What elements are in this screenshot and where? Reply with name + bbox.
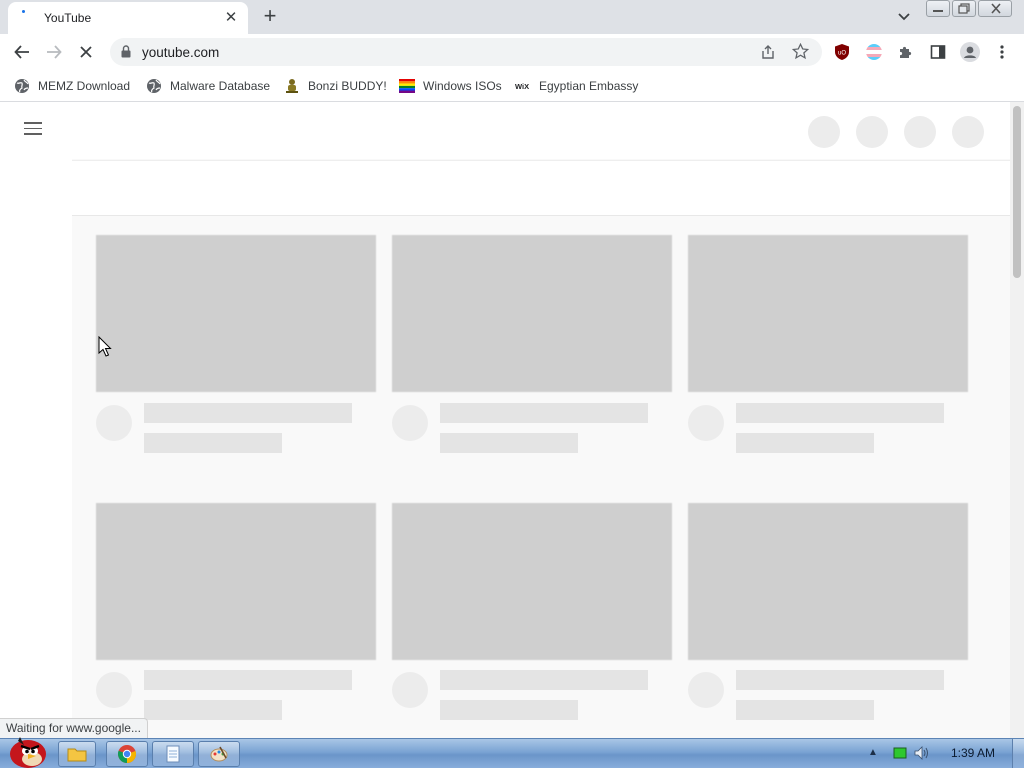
- taskbar-file-explorer[interactable]: [58, 741, 96, 767]
- notepad-icon: [166, 745, 180, 763]
- bookmark-label: Egyptian Embassy: [539, 79, 639, 93]
- video-thumbnail-placeholder: [96, 235, 376, 392]
- stop-icon: [80, 46, 92, 58]
- address-bar[interactable]: youtube.com: [110, 38, 822, 66]
- channel-avatar-placeholder: [392, 672, 428, 708]
- video-thumbnail-placeholder: [688, 235, 968, 392]
- back-arrow-icon: [14, 45, 29, 59]
- window-controls: [926, 0, 1014, 17]
- taskbar-paint[interactable]: [198, 741, 240, 767]
- guide-sidebar: [0, 159, 72, 738]
- browser-menu-icon[interactable]: [990, 40, 1014, 64]
- globe-icon: [147, 79, 161, 93]
- profile-avatar-icon[interactable]: [958, 40, 982, 64]
- globe-icon: [15, 79, 29, 93]
- start-button[interactable]: [4, 731, 50, 768]
- rainbow-icon: [399, 79, 415, 93]
- masthead-placeholder: [808, 116, 840, 148]
- battery-icon[interactable]: [893, 746, 907, 760]
- chip-bar-placeholder: [72, 160, 1010, 216]
- taskbar-chrome[interactable]: [106, 741, 148, 767]
- bookmark-egyptian-embassy[interactable]: WiX Egyptian Embassy: [515, 76, 638, 96]
- bookmark-label: Malware Database: [170, 79, 271, 93]
- video-meta-placeholder: [736, 433, 874, 453]
- video-title-placeholder: [440, 403, 648, 423]
- extensions-puzzle-icon[interactable]: [894, 40, 918, 64]
- video-meta-placeholder: [440, 433, 578, 453]
- video-title-placeholder: [144, 670, 352, 690]
- video-title-placeholder: [736, 670, 944, 690]
- bookmark-malware-database[interactable]: Malware Database: [146, 76, 270, 96]
- bonzi-icon: [286, 79, 298, 93]
- bookmark-star-icon[interactable]: [792, 43, 809, 60]
- chrome-icon: [118, 745, 137, 763]
- channel-avatar-placeholder: [96, 405, 132, 441]
- channel-avatar-placeholder: [96, 672, 132, 708]
- video-thumbnail-placeholder: [392, 235, 672, 392]
- menu-hamburger-icon[interactable]: [24, 122, 48, 140]
- video-title-placeholder: [440, 670, 648, 690]
- show-hidden-icons-button[interactable]: ▲: [868, 747, 878, 758]
- bookmark-windows-isos[interactable]: Windows ISOs: [399, 76, 502, 96]
- youtube-page: [0, 102, 1010, 738]
- forward-button[interactable]: [42, 40, 66, 64]
- bookmark-label: Windows ISOs: [423, 79, 502, 93]
- video-thumbnail-placeholder: [392, 503, 672, 660]
- video-thumbnail-placeholder: [96, 503, 376, 660]
- tab-youtube[interactable]: YouTube ✕: [8, 2, 248, 34]
- minimize-button[interactable]: [926, 0, 950, 17]
- video-title-placeholder: [144, 403, 352, 423]
- paint-icon: [210, 746, 228, 762]
- tab-strip: YouTube ✕ +: [0, 0, 1024, 34]
- bookmark-memz-download[interactable]: MEMZ Download: [14, 76, 130, 96]
- page-scrollbar[interactable]: [1010, 102, 1024, 738]
- url-text: youtube.com: [142, 45, 220, 60]
- video-meta-placeholder: [144, 433, 282, 453]
- tab-title: YouTube: [44, 11, 92, 25]
- video-title-placeholder: [736, 403, 944, 423]
- video-meta-placeholder: [736, 700, 874, 720]
- angry-bird-start-icon: [10, 737, 46, 768]
- youtube-masthead: [0, 102, 1010, 159]
- scrollbar-thumb[interactable]: [1013, 106, 1021, 278]
- taskbar-clock[interactable]: 1:39 AM: [951, 746, 995, 760]
- channel-avatar-placeholder: [688, 672, 724, 708]
- loading-spinner-icon: [22, 10, 36, 24]
- video-thumbnail-placeholder: [688, 503, 968, 660]
- windows-taskbar: ▲ 1:39 AM: [0, 737, 1024, 768]
- video-meta-placeholder: [440, 700, 578, 720]
- mouse-cursor-icon: [98, 336, 112, 357]
- bookmark-label: MEMZ Download: [38, 79, 131, 93]
- volume-icon[interactable]: [914, 746, 930, 760]
- channel-avatar-placeholder: [392, 405, 428, 441]
- browser-toolbar: youtube.com uO: [0, 34, 1024, 70]
- tab-search-button[interactable]: [894, 8, 914, 26]
- masthead-placeholder: [856, 116, 888, 148]
- restore-button[interactable]: [952, 0, 976, 17]
- channel-avatar-placeholder: [688, 405, 724, 441]
- taskbar-notepad[interactable]: [152, 741, 194, 767]
- svg-text:WiX: WiX: [515, 82, 529, 91]
- forward-arrow-icon: [47, 45, 62, 59]
- wix-icon: WiX: [515, 82, 529, 91]
- show-desktop-button[interactable]: [1012, 739, 1024, 768]
- stop-loading-button[interactable]: [74, 40, 98, 64]
- close-window-button[interactable]: [978, 0, 1012, 17]
- masthead-placeholder: [952, 116, 984, 148]
- lock-icon: [121, 45, 131, 58]
- side-panel-icon[interactable]: [926, 40, 950, 64]
- back-button[interactable]: [10, 40, 34, 64]
- svg-text:uO: uO: [838, 51, 846, 57]
- tab-close-icon[interactable]: ✕: [222, 9, 240, 27]
- bookmark-bonzi-buddy[interactable]: Bonzi BUDDY!: [284, 76, 387, 96]
- bookmark-label: Bonzi BUDDY!: [308, 79, 387, 93]
- video-meta-placeholder: [144, 700, 282, 720]
- file-explorer-icon: [67, 748, 87, 762]
- share-icon[interactable]: [760, 44, 776, 60]
- new-tab-button[interactable]: +: [258, 5, 282, 29]
- masthead-placeholder: [904, 116, 936, 148]
- trans-flag-extension-icon[interactable]: [862, 40, 886, 64]
- bookmarks-bar: MEMZ Download Malware Database Bonzi BUD…: [0, 70, 1024, 102]
- ublock-origin-icon[interactable]: uO: [830, 40, 854, 64]
